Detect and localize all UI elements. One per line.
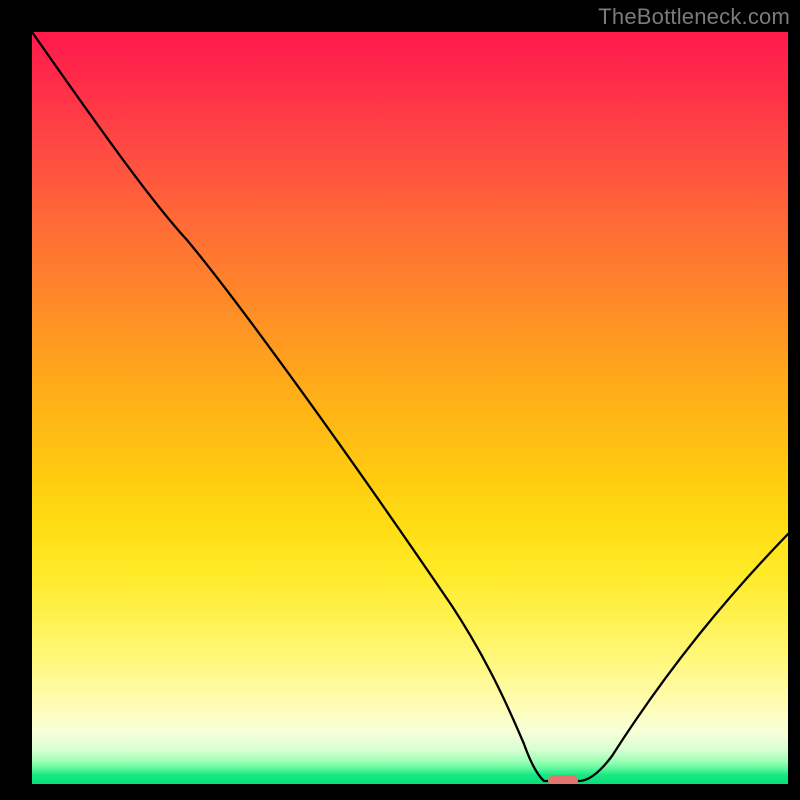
plot-area — [32, 32, 788, 784]
curve-layer — [32, 32, 788, 784]
chart-frame: TheBottleneck.com — [0, 0, 800, 800]
optimal-point-marker — [548, 775, 578, 784]
bottleneck-curve — [32, 32, 788, 781]
watermark-text: TheBottleneck.com — [598, 4, 790, 30]
